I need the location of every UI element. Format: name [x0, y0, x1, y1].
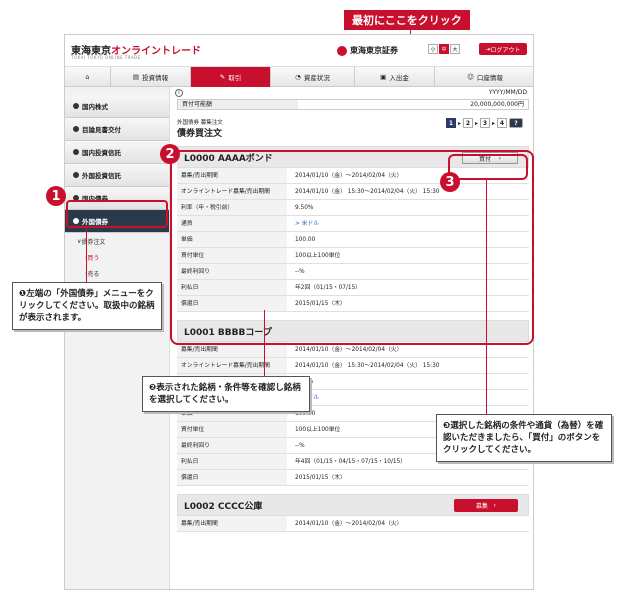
arrow-icon — [73, 103, 79, 109]
tab-label: 取引 — [228, 74, 242, 82]
detail-key: 利払日 — [177, 454, 287, 469]
arrow-icon — [73, 149, 79, 155]
callout-1: ❶左端の「外国債券」メニューをクリックしてください。取扱中の銘柄が表示されます。 — [12, 282, 162, 330]
detail-key: 募集/売出期間 — [177, 516, 287, 531]
detail-value: 2014/01/10（金）〜2014/02/04（火） — [295, 521, 403, 527]
trade-icon: ✎ — [219, 73, 226, 81]
connector-3 — [486, 180, 487, 414]
callout-3: ❸選択した銘柄の条件や通貨（為替）を確認いただきましたら、「買付」のボタンをクリ… — [436, 414, 612, 462]
tab-info[interactable]: ▤ 投資情報 — [111, 67, 191, 87]
marker-1: 1 — [46, 186, 66, 206]
font-large-button[interactable]: 大 — [450, 44, 460, 54]
sidebar-sub-sell[interactable]: › 売る — [65, 265, 169, 281]
arrow-icon — [73, 172, 79, 178]
sidebar-item-foreign-fund[interactable]: 外国投資信託 — [65, 164, 169, 187]
sidebar-sub-bond-order[interactable]: ∨ 債券注文 — [65, 233, 169, 249]
tab-label: 投資情報 — [142, 74, 169, 82]
sidebar-item-domestic-stock[interactable]: 国内株式 — [65, 95, 169, 118]
wallet-icon: ▣ — [380, 73, 387, 81]
font-small-button[interactable]: 小 — [428, 44, 438, 54]
brand: 東海東京証券 — [337, 45, 398, 56]
tab-account[interactable]: ☺ 口座情報 — [435, 67, 533, 87]
avail-label: 買付可能額 — [178, 100, 298, 109]
marker-2: 2 — [160, 144, 180, 164]
bond-name: L0002 CCCC公庫 — [184, 501, 263, 512]
detail-key: 買付単位 — [177, 422, 287, 437]
font-medium-button[interactable]: 中 — [439, 44, 449, 54]
connector-1 — [86, 226, 87, 282]
sub-label: 債券注文 — [81, 238, 106, 246]
page-title-text: 債券買注文 — [177, 129, 223, 139]
bond-details: 募集/売出期間 2014/01/10（金）〜2014/02/04（火） — [177, 516, 529, 532]
header: 東海東京オンライントレード TOKAI TOKYO ONLINE TRADE 東… — [65, 35, 533, 67]
info-icon[interactable]: i — [175, 89, 183, 97]
detail-value: 2015/01/15（木） — [295, 475, 346, 481]
font-size-selector: 小 中 大 — [428, 44, 460, 54]
user-icon: ☺ — [467, 73, 474, 81]
tab-label: 口座情報 — [476, 74, 503, 82]
tab-trade[interactable]: ✎ 取引 — [191, 67, 271, 87]
detail-value[interactable]: > 米ドル — [287, 390, 529, 405]
apply-button[interactable]: 募集 › — [454, 499, 518, 512]
detail-row: 募集/売出期間 2014/01/10（金）〜2014/02/04（火） — [177, 516, 529, 532]
tab-label: 資産状況 — [303, 74, 330, 82]
chart-icon: ▤ — [132, 73, 140, 81]
detail-value: 9.50% — [287, 374, 529, 389]
detail-value: 2014/01/10（金） 15:30〜2014/02/04（火） 15:30 — [295, 363, 440, 369]
page-title: 債券買注文 1 ▸ 2 ▸ 3 ▸ 4 ? — [177, 118, 529, 140]
main-nav: ⌂ ▤ 投資情報 ✎ 取引 ◔ 資産状況 ▣ 入出金 ☺ 口座情報 — [65, 67, 533, 87]
highlight-foreign-bond — [66, 200, 168, 228]
logout-label: ログアウト — [490, 46, 521, 54]
connector-2 — [264, 310, 265, 376]
sub-label: 買う — [87, 254, 100, 262]
detail-key: 償還日 — [177, 470, 287, 485]
tab-assets[interactable]: ◔ 資産状況 — [271, 67, 355, 87]
marker-3: 3 — [440, 172, 460, 192]
highlight-buy-button — [448, 154, 528, 180]
date-bar: i YYYY/MM/DD — [171, 87, 533, 99]
logo-subtitle: TOKAI TOKYO ONLINE TRADE — [71, 55, 141, 60]
brand-label: 東海東京証券 — [350, 46, 398, 55]
step-1: 1 — [445, 118, 456, 128]
sidebar-item-domestic-fund[interactable]: 国内投資信託 — [65, 141, 169, 164]
bond-card-3: L0002 CCCC公庫 募集 › 募集/売出期間 2014/01/10（金）〜2… — [177, 494, 529, 532]
detail-key: 最終利回り — [177, 438, 287, 453]
step-2: 2 — [462, 118, 473, 128]
current-date: YYYY/MM/DD — [488, 89, 527, 96]
tab-label: 入出金 — [389, 74, 409, 82]
tab-deposit[interactable]: ▣ 入出金 — [355, 67, 435, 87]
home-icon[interactable]: ⌂ — [65, 67, 111, 87]
sidebar-label: 国内投資信託 — [82, 149, 121, 157]
apply-label: 募集 — [475, 503, 488, 510]
callout-2: ❷表示された銘柄・条件等を確認し銘柄を選択してください。 — [142, 376, 310, 412]
sidebar: 国内株式 目論見書交付 国内投資信託 外国投資信託 国内債券 外国債券 ∨ 債券… — [65, 87, 170, 589]
step-indicator: 1 ▸ 2 ▸ 3 ▸ 4 ? — [445, 118, 523, 128]
step-3: 3 — [479, 118, 490, 128]
sidebar-sub-buy[interactable]: › 買う — [65, 249, 169, 265]
help-icon[interactable]: ? — [509, 118, 523, 128]
brand-icon — [337, 45, 347, 56]
available-amount: 買付可能額 20,000,000,000円 — [177, 99, 529, 110]
avail-value: 20,000,000,000円 — [470, 101, 524, 108]
detail-row: オンライントレード募集/売出期間 2014/01/10（金） 15:30〜2014… — [177, 358, 529, 374]
pie-icon: ◔ — [295, 73, 301, 81]
logout-button[interactable]: ⇥ ログアウト — [479, 43, 527, 55]
detail-key: オンライントレード募集/売出期間 — [177, 358, 287, 373]
bond-header[interactable]: L0002 CCCC公庫 募集 › — [177, 494, 529, 516]
arrow-icon — [73, 126, 79, 132]
sidebar-label: 国内株式 — [82, 103, 108, 111]
sub-label: 売る — [87, 270, 100, 278]
instruction-badge: 最初にここをクリック — [344, 10, 470, 30]
step-4: 4 — [497, 118, 507, 128]
sidebar-label: 外国投資信託 — [82, 172, 121, 180]
detail-row: 償還日 2015/01/15（木） — [177, 470, 529, 486]
sidebar-label: 目論見書交付 — [82, 126, 121, 134]
sidebar-item-prospectus[interactable]: 目論見書交付 — [65, 118, 169, 141]
